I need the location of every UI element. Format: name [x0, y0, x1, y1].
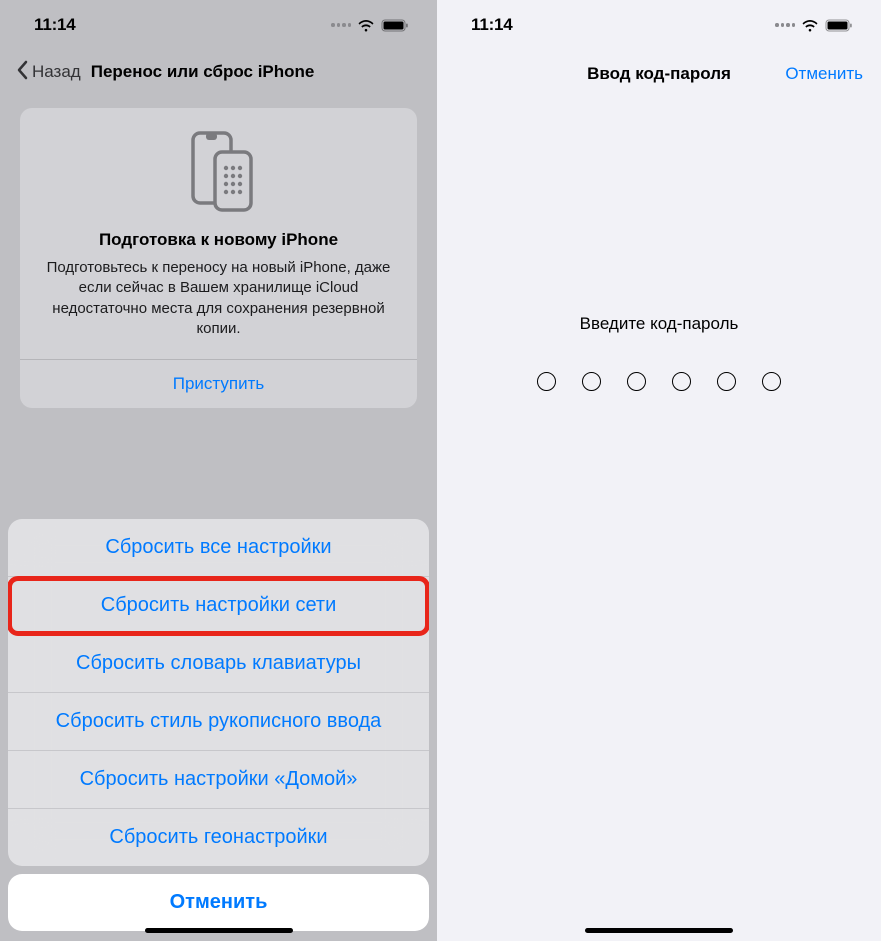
- get-started-button[interactable]: Приступить: [38, 360, 399, 408]
- reset-keyboard-dictionary-button[interactable]: Сбросить словарь клавиатуры: [8, 635, 429, 693]
- reset-home-screen-button[interactable]: Сбросить настройки «Домой»: [8, 751, 429, 809]
- passcode-body: Введите код-пароль: [437, 314, 881, 391]
- cancel-button[interactable]: Отменить: [8, 874, 429, 931]
- pin-dot: [537, 372, 556, 391]
- chevron-left-icon: [16, 60, 28, 85]
- reset-location-settings-button[interactable]: Сбросить геонастройки: [8, 809, 429, 866]
- wifi-icon: [801, 19, 819, 32]
- status-bar: 11:14: [0, 0, 437, 50]
- pin-dot: [672, 372, 691, 391]
- pin-dot: [762, 372, 781, 391]
- back-label: Назад: [32, 62, 81, 82]
- home-indicator[interactable]: [145, 928, 293, 933]
- status-bar: 11:14: [437, 0, 881, 50]
- reset-handwriting-style-button[interactable]: Сбросить стиль рукописного ввода: [8, 693, 429, 751]
- wifi-icon: [357, 19, 375, 32]
- reset-network-settings-button[interactable]: Сбросить настройки сети: [8, 577, 429, 635]
- status-time: 11:14: [471, 15, 513, 35]
- back-button[interactable]: Назад: [16, 60, 81, 85]
- page-title: Перенос или сброс iPhone: [91, 62, 315, 82]
- devices-icon: [38, 130, 399, 212]
- card-text: Подготовьтесь к переносу на новый iPhone…: [38, 258, 399, 339]
- screen-passcode-entry: 11:14 Ввод код-пароля Отменить Введите к…: [437, 0, 881, 941]
- nav-bar: Назад Перенос или сброс iPhone: [0, 50, 437, 94]
- sheet-options-group: Сбросить все настройки Сбросить настройк…: [8, 519, 429, 866]
- pin-dot: [717, 372, 736, 391]
- status-icons: [775, 19, 853, 32]
- prepare-new-iphone-card: Подготовка к новому iPhone Подготовьтесь…: [20, 108, 417, 408]
- cancel-button[interactable]: Отменить: [785, 64, 863, 84]
- card-title: Подготовка к новому iPhone: [38, 230, 399, 250]
- passcode-title: Ввод код-пароля: [587, 64, 731, 84]
- cellular-icon: [775, 23, 795, 27]
- passcode-nav-bar: Ввод код-пароля Отменить: [437, 52, 881, 96]
- screen-transfer-or-reset: 11:14 Назад Перенос или сброс iPhone: [0, 0, 437, 941]
- home-indicator[interactable]: [585, 928, 733, 933]
- battery-icon: [381, 19, 409, 32]
- cellular-icon: [331, 23, 351, 27]
- reset-action-sheet: Сбросить все настройки Сбросить настройк…: [0, 519, 437, 941]
- pin-dot: [582, 372, 601, 391]
- reset-all-settings-button[interactable]: Сбросить все настройки: [8, 519, 429, 577]
- status-time: 11:14: [34, 15, 76, 35]
- passcode-dots[interactable]: [437, 372, 881, 391]
- battery-icon: [825, 19, 853, 32]
- pin-dot: [627, 372, 646, 391]
- passcode-prompt: Введите код-пароль: [437, 314, 881, 334]
- status-icons: [331, 19, 409, 32]
